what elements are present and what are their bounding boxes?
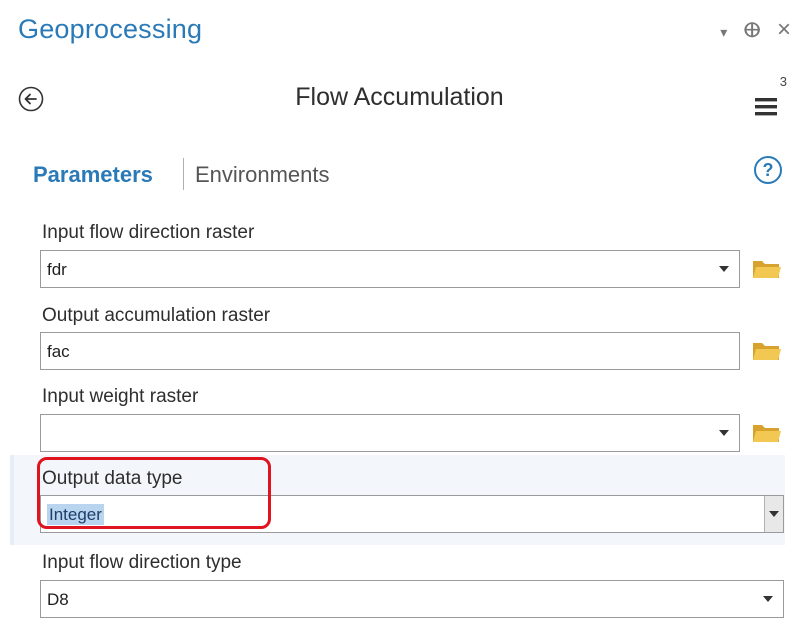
help-icon[interactable]: ? <box>753 155 783 185</box>
folder-browse-icon[interactable] <box>752 421 782 445</box>
close-icon[interactable]: × <box>777 16 791 44</box>
tab-environments[interactable]: Environments <box>195 162 330 188</box>
field-value: D8 <box>47 590 69 609</box>
back-arrow-icon[interactable] <box>18 86 44 112</box>
dropdown-button[interactable] <box>764 496 783 532</box>
field-value: fdr <box>47 260 67 279</box>
chevron-down-icon <box>769 511 779 517</box>
pane-controls: ▾ ⴲ × <box>720 16 791 44</box>
input-flow-direction-type-select[interactable]: D8 <box>40 580 784 618</box>
chevron-down-icon[interactable] <box>763 596 773 602</box>
folder-browse-icon[interactable] <box>752 257 782 281</box>
selected-param-indicator <box>10 455 14 545</box>
folder-browse-icon[interactable] <box>752 339 782 363</box>
input-flow-direction-raster-field[interactable]: fdr <box>40 250 740 288</box>
chevron-down-icon[interactable] <box>719 430 729 436</box>
param-label-output-accumulation-raster: Output accumulation raster <box>42 305 271 326</box>
annotation-highlight-box <box>37 457 271 529</box>
output-accumulation-raster-field[interactable]: fac <box>40 332 740 370</box>
param-label-input-weight-raster: Input weight raster <box>42 386 199 407</box>
pin-icon[interactable]: ⴲ <box>743 18 761 42</box>
tab-parameters[interactable]: Parameters <box>33 162 153 188</box>
chevron-down-icon[interactable] <box>719 266 729 272</box>
field-value: fac <box>47 342 70 361</box>
tool-title: Flow Accumulation <box>295 83 504 111</box>
tab-divider <box>183 158 184 190</box>
param-label-input-flow-direction-type: Input flow direction type <box>42 552 242 573</box>
param-label-input-flow-direction-raster: Input flow direction raster <box>42 222 255 243</box>
tool-menu-icon[interactable] <box>753 80 783 120</box>
tool-menu-badge: 3 <box>779 74 787 89</box>
input-weight-raster-field[interactable] <box>40 414 740 452</box>
pane-title: Geoprocessing <box>18 14 203 44</box>
pane-options-icon[interactable]: ▾ <box>720 24 727 41</box>
svg-text:?: ? <box>763 160 774 180</box>
